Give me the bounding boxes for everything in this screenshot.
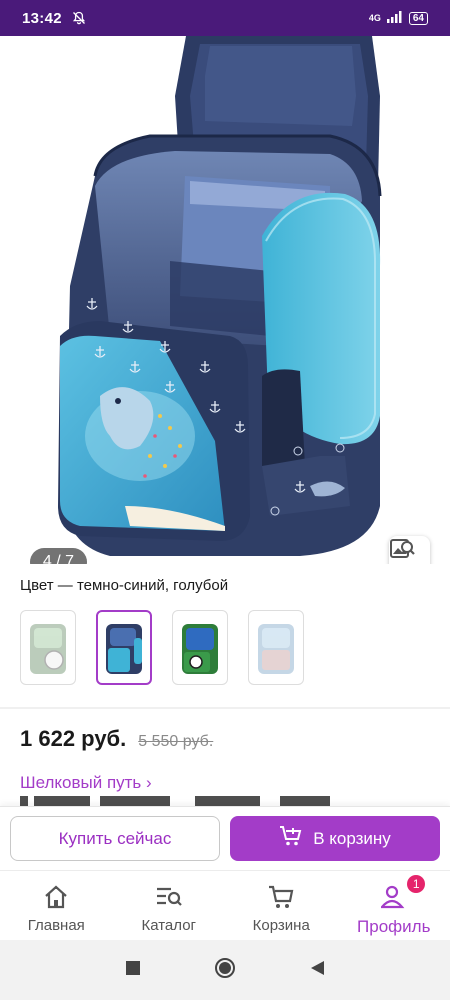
network-label: 4G <box>368 13 381 23</box>
nav-catalog-label: Каталог <box>141 917 197 934</box>
color-variant-light-blue[interactable] <box>248 610 304 685</box>
color-variant-green-soccer[interactable] <box>20 610 76 685</box>
image-counter: 4 / 7 <box>30 548 87 564</box>
status-bar: 13:42 4G 64 <box>0 0 450 36</box>
seller-link[interactable]: Шелковый путь › <box>20 773 152 793</box>
profile-badge: 1 <box>407 875 426 893</box>
color-variants <box>20 610 304 685</box>
back-button[interactable] <box>306 959 328 981</box>
profile-icon <box>380 883 407 911</box>
current-price: 1 622 руб. <box>20 726 127 751</box>
bottom-nav: Главная Каталог Корзина 1 Профиль <box>0 870 450 940</box>
home-system-button[interactable] <box>214 957 236 984</box>
price-row: 1 622 руб. 5 550 руб. <box>20 726 213 752</box>
notifications-muted-icon <box>72 11 86 25</box>
cart-add-icon <box>279 825 303 852</box>
old-price: 5 550 руб. <box>138 733 214 750</box>
nav-profile-label: Профиль <box>357 917 431 936</box>
catalog-search-icon <box>155 883 183 911</box>
signal-icon <box>386 11 403 25</box>
action-bar: Купить сейчас В корзину <box>0 806 450 870</box>
color-variant-green-blue[interactable] <box>172 610 228 685</box>
nav-profile[interactable]: 1 Профиль <box>338 871 450 940</box>
nav-catalog[interactable]: Каталог <box>113 871 226 940</box>
product-title-partial <box>20 796 430 806</box>
back-triangle-icon <box>309 960 325 981</box>
battery-indicator: 64 <box>408 11 428 25</box>
product-image <box>58 36 382 556</box>
cart-icon <box>267 883 295 911</box>
status-right: 4G 64 <box>369 11 428 25</box>
buy-now-button[interactable]: Купить сейчас <box>10 816 220 861</box>
nav-cart-label: Корзина <box>252 917 310 934</box>
recents-button[interactable] <box>122 959 144 981</box>
product-image-gallery[interactable]: 4 / 7 <box>0 36 450 564</box>
recents-icon <box>126 960 140 980</box>
product-screen: 13:42 4G 64 4 / 7 Цвет — темно-синий, го… <box>0 0 450 1000</box>
add-to-cart-button[interactable]: В корзину <box>230 816 440 861</box>
nav-home[interactable]: Главная <box>0 871 113 940</box>
home-circle-icon <box>214 957 236 984</box>
image-search-button[interactable] <box>389 536 430 564</box>
color-label: Цвет — темно-синий, голубой <box>20 577 229 594</box>
system-nav-bar <box>0 940 450 1000</box>
divider <box>0 707 450 709</box>
nav-home-label: Главная <box>27 917 85 934</box>
add-to-cart-label: В корзину <box>313 828 391 848</box>
nav-cart[interactable]: Корзина <box>225 871 338 940</box>
home-icon <box>43 883 69 911</box>
color-variant-dark-blue[interactable] <box>96 610 152 685</box>
status-time: 13:42 <box>22 9 62 27</box>
